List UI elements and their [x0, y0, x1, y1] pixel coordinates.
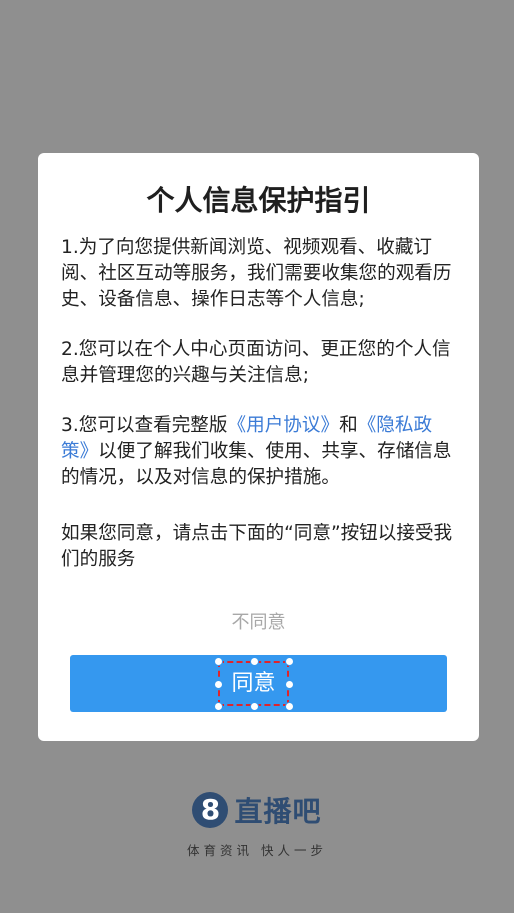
consent-text: 如果您同意，请点击下面的“同意”按钮以接受我们的服务 [61, 523, 453, 570]
paragraph-policies: 3.您可以查看完整版《用户协议》和《隐私政策》以便了解我们收集、使用、共享、存储… [61, 413, 457, 491]
brand-name: 直播吧 [234, 795, 322, 828]
selection-handle-icon [285, 680, 294, 689]
selection-handle-icon [214, 657, 223, 666]
brand-logo-icon: 8 [192, 792, 229, 828]
privacy-dialog: 个人信息保护指引 1.为了向您提供新闻浏览、视频观看、收藏订阅、社区互动等服务，… [38, 153, 479, 741]
dialog-body[interactable]: 1.为了向您提供新闻浏览、视频观看、收藏订阅、社区互动等服务，我们需要收集您的观… [61, 235, 457, 593]
selection-handle-icon [250, 702, 259, 711]
brand-logo-row: 8 直播吧 [192, 790, 321, 830]
disagree-button[interactable]: 不同意 [38, 610, 479, 636]
user-agreement-link[interactable]: 《用户协议》 [228, 415, 340, 436]
paragraph-manage: 2.您可以在个人中心页面访问、更正您的个人信息并管理您的兴趣与关注信息; [61, 339, 451, 386]
selection-handle-icon [285, 702, 294, 711]
selection-handle-icon [214, 680, 223, 689]
agree-button-label: 同意 [218, 661, 289, 706]
brand-slogan: 体育资讯 快人一步 [187, 843, 327, 858]
selection-handle-icon [214, 702, 223, 711]
selection-handle-icon [285, 657, 294, 666]
policies-suffix: 以便了解我们收集、使用、共享、存储信息的情况，以及对信息的保护措施。 [61, 441, 452, 488]
agree-button[interactable]: 同意 [70, 655, 447, 712]
brand-footer: 8 直播吧 体育资讯 快人一步 [0, 790, 514, 859]
paragraph-collection: 1.为了向您提供新闻浏览、视频观看、收藏订阅、社区互动等服务，我们需要收集您的观… [61, 237, 452, 310]
selection-handle-icon [250, 657, 259, 666]
policies-and: 和 [339, 415, 358, 436]
policies-prefix: 3.您可以查看完整版 [61, 415, 228, 436]
dialog-title: 个人信息保护指引 [146, 184, 371, 217]
